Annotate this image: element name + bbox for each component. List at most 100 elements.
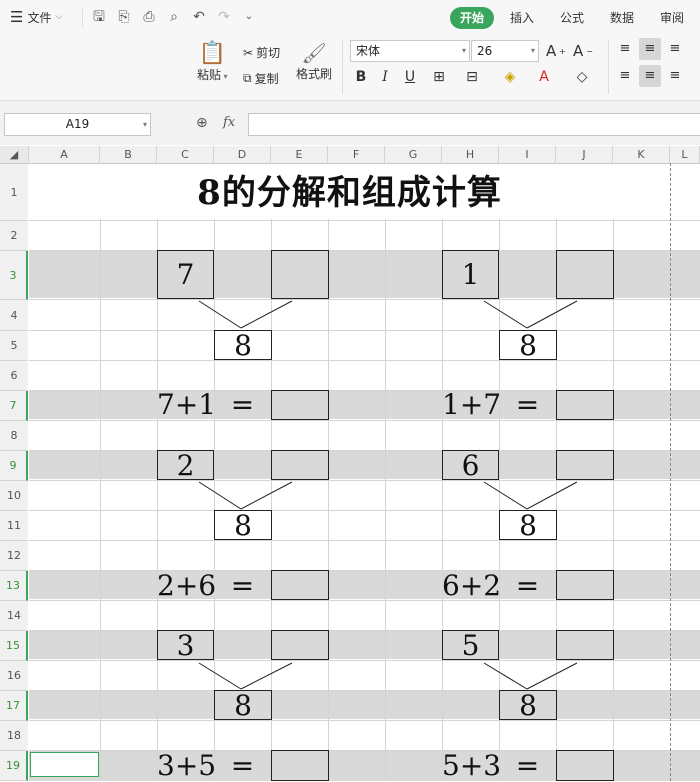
column-header[interactable]: G bbox=[385, 146, 442, 163]
export-icon[interactable]: ⎘ bbox=[116, 9, 132, 25]
align-left-icon[interactable]: ≡ bbox=[614, 65, 636, 87]
grid-line bbox=[29, 540, 700, 541]
clear-format-icon[interactable]: ◇ bbox=[573, 68, 591, 86]
row-header[interactable]: 2 bbox=[0, 221, 28, 251]
answer-box[interactable] bbox=[271, 250, 329, 299]
row-header[interactable]: 4 bbox=[0, 300, 28, 331]
row-header[interactable]: 9 bbox=[0, 451, 28, 481]
equals-sign: = bbox=[515, 388, 540, 421]
grid-line bbox=[29, 480, 700, 481]
tab-review[interactable]: 审阅 bbox=[650, 7, 694, 29]
row-header[interactable]: 6 bbox=[0, 361, 28, 391]
answer-box[interactable] bbox=[271, 390, 329, 420]
undo-icon[interactable]: ↶ bbox=[191, 9, 207, 25]
italic-button[interactable]: I bbox=[376, 68, 394, 86]
cut-button[interactable]: ✂ 剪切 bbox=[243, 44, 280, 61]
grid-line bbox=[29, 420, 700, 421]
column-header[interactable]: D bbox=[214, 146, 271, 163]
tab-formula[interactable]: 公式 bbox=[550, 7, 594, 29]
row-header[interactable]: 11 bbox=[0, 511, 28, 541]
column-header[interactable]: I bbox=[499, 146, 556, 163]
row-header[interactable]: 18 bbox=[0, 721, 28, 751]
whole-value: 8 bbox=[234, 689, 252, 722]
grid-line bbox=[29, 299, 700, 300]
zoom-icon[interactable]: ⊕ bbox=[196, 115, 208, 131]
align-bottom-icon[interactable]: ≡ bbox=[664, 38, 686, 60]
answer-box[interactable] bbox=[556, 570, 614, 600]
paste-button[interactable]: 📋 粘贴 ▾ bbox=[197, 41, 228, 83]
merge-icon[interactable]: ⊟ bbox=[463, 68, 481, 86]
row-header[interactable]: 16 bbox=[0, 661, 28, 691]
row-header[interactable]: 13 bbox=[0, 571, 28, 601]
tab-data[interactable]: 数据 bbox=[600, 7, 644, 29]
row-header[interactable]: 8 bbox=[0, 421, 28, 451]
column-header[interactable]: A bbox=[29, 146, 100, 163]
answer-box[interactable] bbox=[271, 750, 329, 781]
ribbon: 📋 粘贴 ▾ ✂ 剪切 ⧉ 复制 🖌 格式刷 宋体 ▾ 26 ▾ A + A − B… bbox=[0, 36, 700, 100]
scissors-icon: ✂ bbox=[243, 45, 254, 60]
format-painter-button[interactable]: 🖌 格式刷 bbox=[296, 41, 332, 82]
answer-box[interactable] bbox=[556, 750, 614, 781]
column-header[interactable]: H bbox=[442, 146, 499, 163]
formula-bar: A19 ▾ ⊕ fx bbox=[0, 101, 700, 145]
row-header[interactable]: 1 bbox=[0, 164, 28, 221]
sheet-title[interactable]: 8的分解和组成计算 bbox=[29, 164, 670, 219]
increase-font-icon[interactable]: A + bbox=[546, 42, 566, 60]
row-header[interactable]: 14 bbox=[0, 601, 28, 631]
bold-button[interactable]: B bbox=[352, 68, 370, 86]
font-name-select[interactable]: 宋体 ▾ bbox=[350, 40, 470, 62]
align-middle-icon[interactable]: ≡ bbox=[639, 38, 661, 60]
name-box[interactable]: A19 ▾ bbox=[4, 113, 151, 136]
answer-box[interactable] bbox=[556, 390, 614, 420]
formula-input[interactable] bbox=[248, 113, 700, 136]
equation-text: 2+6 bbox=[157, 569, 217, 602]
file-menu-button[interactable]: ☰ 文件 ⌵ bbox=[10, 8, 62, 26]
copy-button[interactable]: ⧉ 复制 bbox=[243, 70, 279, 87]
align-right-icon[interactable]: ≡ bbox=[664, 65, 686, 87]
row-header[interactable]: 15 bbox=[0, 631, 28, 661]
answer-box[interactable] bbox=[271, 450, 329, 480]
select-all-corner[interactable]: ◢ bbox=[0, 146, 29, 163]
column-header[interactable]: K bbox=[613, 146, 670, 163]
border-icon[interactable]: ⊞ bbox=[430, 68, 448, 86]
row-header[interactable]: 19 bbox=[0, 751, 28, 781]
answer-box[interactable] bbox=[556, 630, 614, 660]
row-header[interactable]: 17 bbox=[0, 691, 28, 721]
answer-box[interactable] bbox=[271, 570, 329, 600]
align-center-icon[interactable]: ≡ bbox=[639, 65, 661, 87]
decrease-font-icon[interactable]: A − bbox=[573, 42, 593, 60]
active-cell-a19[interactable] bbox=[30, 752, 99, 777]
font-name-value: 宋体 bbox=[356, 44, 381, 58]
grid-line bbox=[29, 510, 700, 511]
font-color-icon[interactable]: A bbox=[535, 68, 553, 86]
answer-box[interactable] bbox=[556, 450, 614, 480]
row-header[interactable]: 3 bbox=[0, 251, 28, 300]
equals-sign: = bbox=[230, 569, 255, 602]
print-preview-icon[interactable]: ⌕ bbox=[166, 9, 182, 25]
redo-icon[interactable]: ↷ bbox=[216, 9, 232, 25]
row-header[interactable]: 7 bbox=[0, 391, 28, 421]
fx-icon[interactable]: fx bbox=[223, 115, 235, 130]
column-header[interactable]: C bbox=[157, 146, 214, 163]
column-header[interactable]: B bbox=[100, 146, 157, 163]
column-header[interactable]: J bbox=[556, 146, 613, 163]
underline-button[interactable]: U bbox=[401, 68, 419, 86]
print-icon[interactable]: ⎙ bbox=[141, 9, 157, 25]
row-band bbox=[29, 691, 700, 719]
answer-box[interactable] bbox=[271, 630, 329, 660]
fill-color-icon[interactable]: ◈ bbox=[501, 68, 519, 86]
row-header[interactable]: 10 bbox=[0, 481, 28, 511]
tab-insert[interactable]: 插入 bbox=[500, 7, 544, 29]
save-icon[interactable]: 🖫 bbox=[91, 9, 107, 25]
column-header[interactable]: F bbox=[328, 146, 385, 163]
column-header[interactable]: E bbox=[271, 146, 328, 163]
part-value: 5 bbox=[461, 629, 480, 662]
font-size-select[interactable]: 26 ▾ bbox=[471, 40, 539, 62]
row-header[interactable]: 5 bbox=[0, 331, 28, 361]
align-top-icon[interactable]: ≡ bbox=[614, 38, 636, 60]
answer-box[interactable] bbox=[556, 250, 614, 299]
column-header[interactable]: L bbox=[670, 146, 700, 163]
customize-icon[interactable]: ⌄ bbox=[241, 9, 257, 25]
tab-home[interactable]: 开始 bbox=[450, 7, 495, 29]
row-header[interactable]: 12 bbox=[0, 541, 28, 571]
